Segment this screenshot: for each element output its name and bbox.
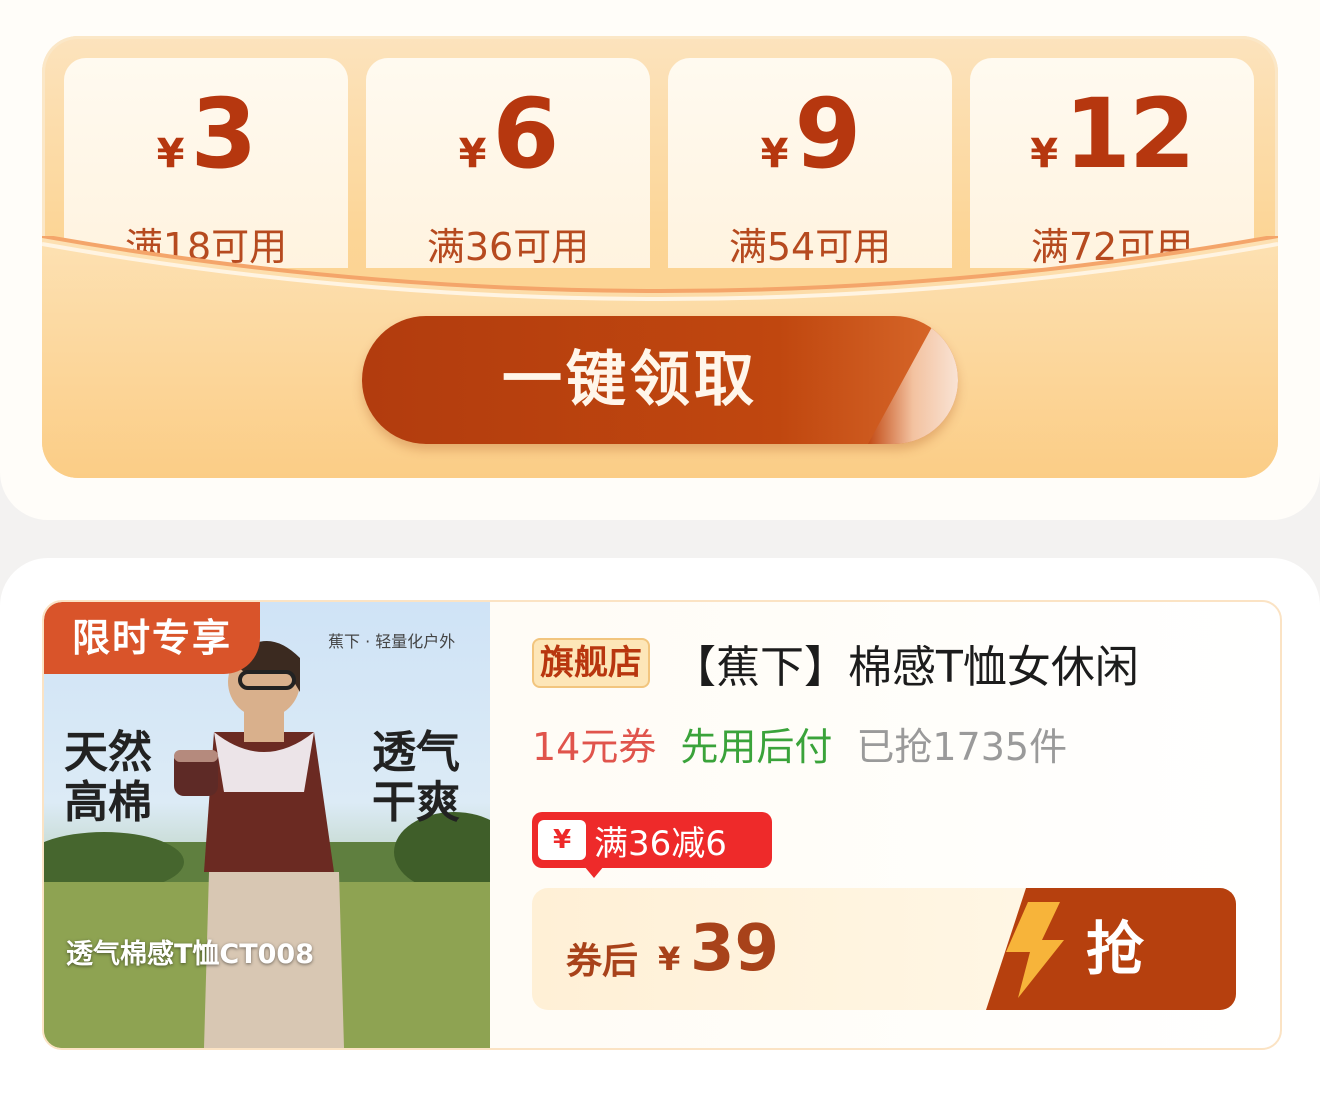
image-text-natural: 天然 (64, 727, 152, 778)
grab-label: 抢 (1086, 915, 1145, 983)
coupon-section: ¥ 3 满18可用 ¥ 6 满36可用 ¥ 9 满54可用 ¥ 12 满72可用… (0, 0, 1320, 520)
after-coupon-label: 券后 (566, 941, 639, 982)
price-bar[interactable]: 券后 ¥ 39 抢 (532, 888, 1236, 1010)
coupon-value: 12 (1064, 78, 1196, 190)
price-currency: ¥ (658, 940, 681, 978)
product-title[interactable]: 【蕉下】棉感T恤女休闲 (672, 631, 1139, 695)
coupon-panel: ¥ 3 满18可用 ¥ 6 满36可用 ¥ 9 满54可用 ¥ 12 满72可用… (42, 36, 1278, 478)
after-coupon-price: 39 (690, 912, 780, 986)
coupon-tag: 14元券 (532, 725, 657, 769)
promo-tag: ¥ 满36减6 (532, 812, 772, 878)
coupon-yen-icon: ¥ (538, 820, 586, 860)
product-title-row[interactable]: 旗舰店 【蕉下】棉感T恤女休闲 (532, 636, 1252, 693)
product-image[interactable]: 限时专享 蕉下 · 轻量化户外 天然 高棉 透气 干爽 透气棉感T恤CT008 (44, 602, 490, 1048)
pay-later-tag: 先用后付 (680, 725, 833, 769)
image-text-cotton: 高棉 (64, 777, 152, 828)
image-caption: 透气棉感T恤CT008 (66, 939, 315, 970)
coupon-amount: ¥ 3 (64, 86, 348, 182)
coupon-amount: ¥ 9 (668, 86, 952, 182)
lightning-icon (1006, 902, 1064, 998)
claim-all-label: 一键领取 (502, 345, 758, 415)
coupon-value: 3 (190, 78, 258, 190)
sold-count: 已抢1735件 (856, 725, 1068, 769)
coupon-amount: ¥ 6 (366, 86, 650, 182)
promo-text: 满36减6 (594, 823, 727, 864)
currency-symbol: ¥ (458, 131, 487, 177)
image-text-dry: 干爽 (372, 777, 460, 828)
claim-all-button[interactable]: 一键领取 (362, 316, 958, 444)
product-card[interactable]: 限时专享 蕉下 · 轻量化户外 天然 高棉 透气 干爽 透气棉感T恤CT008 … (42, 600, 1282, 1050)
coupon-amount: ¥ 12 (970, 86, 1254, 182)
currency-symbol: ¥ (1030, 131, 1059, 177)
currency-symbol: ¥ (760, 131, 789, 177)
limited-time-badge: 限时专享 (44, 602, 260, 674)
coupon-value: 6 (492, 78, 560, 190)
promo-tag-pointer (584, 866, 604, 878)
product-section: 限时专享 蕉下 · 轻量化户外 天然 高棉 透气 干爽 透气棉感T恤CT008 … (0, 558, 1320, 1101)
coupon-value: 9 (794, 78, 862, 190)
currency-symbol: ¥ (156, 131, 185, 177)
product-tags: 14元券 先用后付 已抢1735件 (532, 716, 1067, 771)
image-text-breathable: 透气 (372, 727, 460, 778)
image-brand-mark: 蕉下 · 轻量化户外 (328, 632, 456, 651)
flagship-store-badge: 旗舰店 (532, 638, 650, 688)
grab-button[interactable]: 抢 (986, 888, 1236, 1010)
